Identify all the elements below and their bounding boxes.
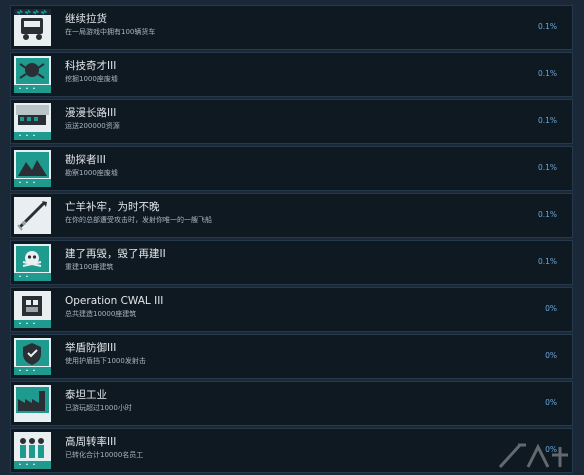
construction-icon	[14, 291, 51, 328]
achievement-description: 运送200000资源	[65, 122, 120, 130]
achievement-title: 建了再毁，毁了再建II	[65, 248, 166, 260]
achievement-percent: 0.1%	[537, 210, 557, 219]
achievement-percent: 0%	[545, 351, 557, 360]
achievement-row[interactable]: Operation CWAL III 总共建造10000座建筑 0%	[10, 287, 573, 332]
achievement-description: 已游玩超过1000小时	[65, 404, 132, 412]
achievement-row[interactable]: 建了再毁，毁了再建II 重建100座建筑 0.1%	[10, 240, 573, 285]
achievement-description: 挖掘1000座废墟	[65, 75, 118, 83]
achievement-title: 科技奇才III	[65, 60, 117, 72]
shield-icon	[14, 338, 51, 375]
achievement-description: 总共建造10000座建筑	[65, 310, 137, 318]
achievement-title: 亡羊补牢，为时不晚	[65, 201, 160, 213]
achievement-description: 重建100座建筑	[65, 263, 114, 271]
train-icon	[14, 103, 51, 140]
achievement-row[interactable]: 勘探者III 勘察1000座废墟 0.1%	[10, 146, 573, 191]
achievement-percent: 0.1%	[537, 257, 557, 266]
achievement-title: 举盾防御III	[65, 342, 117, 354]
achievement-title: 漫漫长路III	[65, 107, 117, 119]
achievement-title: 继续拉货	[65, 13, 107, 25]
workers-icon	[14, 432, 51, 469]
achievement-description: 使用护盾挡下1000发射击	[65, 357, 146, 365]
achievement-title: 泰坦工业	[65, 389, 107, 401]
achievement-title: Operation CWAL III	[65, 295, 164, 307]
tech-ruins-icon	[14, 56, 51, 93]
achievement-row[interactable]: 漫漫长路III 运送200000资源 0.1%	[10, 99, 573, 144]
achievement-description: 已转化合计10000名员工	[65, 451, 144, 459]
explorer-icon	[14, 150, 51, 187]
achievement-row[interactable]: 高周转率III 已转化合计10000名员工 0%	[10, 428, 573, 473]
achievement-row[interactable]: 泰坦工业 已游玩超过1000小时 0%	[10, 381, 573, 426]
factory-icon	[14, 385, 51, 422]
rocket-icon	[14, 197, 51, 234]
achievement-list: 继续拉货 在一局游戏中拥有100辆货车 0.1% 科技奇才III 挖掘1000座…	[0, 0, 584, 475]
achievement-description: 勘察1000座废墟	[65, 169, 118, 177]
skull-icon	[14, 244, 51, 281]
truck-icon	[14, 9, 51, 46]
achievement-description: 在一局游戏中拥有100辆货车	[65, 28, 156, 36]
achievement-percent: 0.1%	[537, 69, 557, 78]
achievement-percent: 0%	[545, 304, 557, 313]
achievement-description: 在你的总部遭受攻击时，发射你唯一的一艘飞船	[65, 216, 212, 224]
achievement-row[interactable]: 举盾防御III 使用护盾挡下1000发射击 0%	[10, 334, 573, 379]
achievement-title: 高周转率III	[65, 436, 117, 448]
achievement-percent: 0.1%	[537, 163, 557, 172]
achievement-percent: 0.1%	[537, 22, 557, 31]
achievement-title: 勘探者III	[65, 154, 106, 166]
achievement-row[interactable]: 科技奇才III 挖掘1000座废墟 0.1%	[10, 52, 573, 97]
achievement-row[interactable]: 亡羊补牢，为时不晚 在你的总部遭受攻击时，发射你唯一的一艘飞船 0.1%	[10, 193, 573, 238]
achievement-percent: 0%	[545, 398, 557, 407]
watermark-icon	[498, 443, 568, 469]
achievement-percent: 0.1%	[537, 116, 557, 125]
achievement-row[interactable]: 继续拉货 在一局游戏中拥有100辆货车 0.1%	[10, 5, 573, 50]
